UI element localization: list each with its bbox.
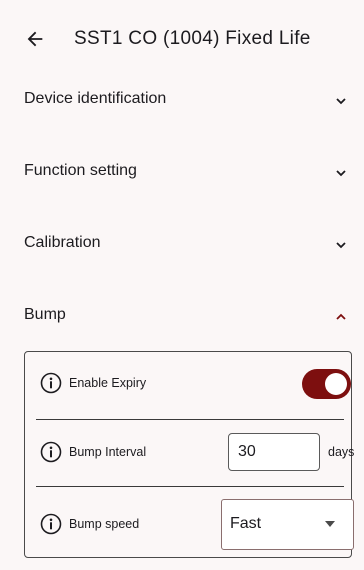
- bump-interval-units: days: [328, 445, 355, 459]
- divider: [36, 419, 344, 420]
- page-title: SST1 CO (1004) Fixed Life: [74, 28, 311, 49]
- bump-panel: Enable Expiry Bump Interval days Bump sp…: [24, 351, 355, 558]
- section-label: Function setting: [24, 162, 137, 179]
- chevron-down-icon: [334, 166, 348, 180]
- arrow-left-icon: [27, 31, 43, 47]
- bump-interval-label: Bump Interval: [69, 445, 147, 459]
- section-bump[interactable]: Bump: [0, 288, 364, 344]
- app-bar: SST1 CO (1004) Fixed Life: [0, 0, 364, 78]
- info-icon[interactable]: [40, 513, 62, 535]
- section-label: Device identification: [24, 90, 167, 107]
- info-icon[interactable]: [40, 372, 62, 394]
- bump-interval-input[interactable]: [228, 433, 320, 471]
- chevron-up-icon: [334, 310, 348, 324]
- enable-expiry-toggle[interactable]: [302, 369, 351, 399]
- chevron-down-icon: [334, 94, 348, 108]
- caret-down-icon: [325, 521, 335, 527]
- enable-expiry-label: Enable Expiry: [69, 376, 147, 390]
- section-calibration[interactable]: Calibration: [0, 216, 364, 272]
- bump-speed-value: Fast: [230, 515, 262, 532]
- enable-expiry-row: Enable Expiry: [36, 352, 351, 416]
- divider: [36, 486, 344, 487]
- bump-speed-label: Bump speed: [69, 517, 140, 531]
- info-icon[interactable]: [40, 441, 62, 463]
- section-function-setting[interactable]: Function setting: [0, 144, 364, 200]
- section-device-identification[interactable]: Device identification: [0, 72, 364, 128]
- section-label: Calibration: [24, 234, 101, 251]
- bump-speed-select[interactable]: Fast: [221, 499, 354, 550]
- chevron-down-icon: [334, 238, 348, 252]
- back-button[interactable]: [22, 26, 48, 52]
- section-label: Bump: [24, 306, 66, 323]
- toggle-knob: [325, 373, 347, 395]
